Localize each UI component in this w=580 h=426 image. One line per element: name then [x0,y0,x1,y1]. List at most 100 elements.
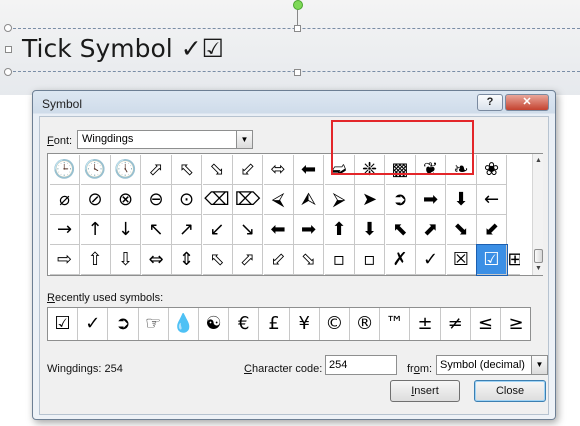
symbol-cell[interactable]: ⇩ [111,245,141,275]
recent-symbol-cell[interactable]: ≤ [471,308,501,340]
font-select-value: Wingdings [82,133,134,145]
chevron-down-icon[interactable]: ▼ [531,356,547,374]
symbol-cell[interactable]: ⬇ [355,215,385,245]
character-code-label: Character code: [244,363,323,375]
from-select[interactable]: Symbol (decimal) ▼ [436,355,548,375]
recent-symbol-cell[interactable]: ® [350,308,381,340]
symbol-cell[interactable]: ↓ [111,215,141,245]
symbol-cell[interactable]: ⬇ [446,185,477,215]
recent-symbol-cell[interactable]: ≥ [501,308,531,340]
help-button[interactable]: ? [477,94,503,111]
symbol-cell[interactable]: ⬆ [324,215,355,245]
symbol-cell[interactable]: ☒ [446,245,477,275]
symbol-cell[interactable]: ✗ [385,245,416,275]
symbol-cell[interactable]: ⇨ [50,245,80,275]
symbol-cell[interactable]: ⊗ [111,185,141,215]
recent-symbols-row: ☑ ✓ ➲ ☞ 💧 ☯ € £ ¥ © ® ™ ± ≠ ≤ ≥ [47,307,531,341]
symbol-cell[interactable]: 🕓 [80,155,111,185]
symbol-cell[interactable]: ⬃ [233,155,263,185]
symbol-cell[interactable]: 🕒 [50,155,80,185]
symbol-cell[interactable]: ⊖ [141,185,172,215]
symbol-cell[interactable]: ❀ [477,155,507,185]
symbol-cell[interactable]: ⌀ [50,185,80,215]
symbol-cell[interactable]: ⬈ [416,215,446,245]
recent-symbol-cell[interactable]: © [320,308,350,340]
symbol-cell[interactable]: ⬃ [263,245,294,275]
recent-symbol-cell[interactable]: ☯ [199,308,230,340]
recent-symbol-cell[interactable]: ≠ [441,308,471,340]
recent-symbol-cell[interactable]: ± [410,308,441,340]
slide-title[interactable]: Tick Symbol ✓☑ [22,34,224,63]
symbol-cell[interactable]: ⬁ [202,245,233,275]
rotation-handle[interactable] [293,0,303,10]
symbol-cell[interactable]: ⇧ [80,245,111,275]
resize-handle-top[interactable] [294,25,301,32]
symbol-cell[interactable]: ⬂ [202,155,233,185]
symbol-cell[interactable]: ↙ [202,215,233,245]
symbol-cell[interactable]: ← [477,185,507,215]
symbol-cell[interactable]: ⬂ [294,245,324,275]
symbol-cell[interactable]: ⬄ [263,155,294,185]
symbol-cell[interactable]: ⇕ [172,245,202,275]
symbol-cell[interactable]: ➡ [294,215,324,245]
symbol-cell[interactable]: ➲ [385,185,416,215]
symbol-cell[interactable]: ⬀ [233,245,263,275]
resize-handle-bottom-left[interactable] [4,68,12,76]
symbol-cell[interactable]: ⬊ [446,215,477,245]
symbol-cell[interactable]: ⮙ [294,185,324,215]
from-label: from: [407,363,433,375]
symbol-cell[interactable]: ⬋ [477,215,507,245]
character-code-input[interactable]: 254 [325,355,397,375]
symbol-cell[interactable]: ⬅ [294,155,324,185]
recent-symbol-cell[interactable]: ™ [380,308,411,340]
symbol-cell[interactable]: ⊙ [172,185,202,215]
symbol-cell[interactable]: ▫ [324,245,355,275]
recent-symbol-cell[interactable]: ☞ [139,308,169,340]
symbol-cell[interactable]: 🕔 [111,155,141,185]
recent-symbol-cell[interactable]: ✓ [78,308,109,340]
recent-symbol-cell[interactable]: € [229,308,260,340]
insert-button[interactable]: Insert [390,380,460,402]
scroll-down-icon[interactable]: ▼ [533,263,544,274]
recent-symbol-cell[interactable]: ☑ [48,308,79,340]
scrollbar-thumb[interactable] [534,249,543,263]
recent-symbol-cell[interactable]: ¥ [290,308,320,340]
annotation-highlight-box [331,120,474,175]
symbol-cell[interactable]: ▫ [355,245,385,275]
symbol-cell[interactable]: ↑ [80,215,111,245]
symbol-cell[interactable]: ⇔ [141,245,172,275]
symbol-cell[interactable]: ⊘ [80,185,111,215]
symbol-cell-partial[interactable]: ⊞ [507,245,520,275]
symbol-cell[interactable]: ➡ [416,185,446,215]
symbol-cell[interactable]: ⬅ [263,215,294,245]
symbol-cell[interactable]: ✓ [416,245,446,275]
symbol-cell[interactable]: ⬉ [385,215,416,245]
font-label: Font: [47,135,73,147]
recent-symbol-cell[interactable]: 💧 [169,308,199,340]
symbol-dialog: Symbol ? ✕ Font: Wingdings ▼ ▲ ▼ 🕒 🕓 🕔 ⬀ ⬁ ⬂ ⬃… [32,90,556,420]
recent-symbol-cell[interactable]: £ [259,308,290,340]
symbol-cell[interactable]: → [50,215,80,245]
symbol-cell[interactable]: ⌦ [233,185,263,215]
resize-handle-bottom[interactable] [294,69,301,76]
symbol-cell[interactable]: ⬀ [141,155,172,185]
symbol-cell[interactable]: ⮚ [324,185,355,215]
symbol-cell[interactable]: ↘ [233,215,263,245]
symbol-cell[interactable]: ↖ [141,215,172,245]
window-close-button[interactable]: ✕ [505,94,549,111]
symbol-cell[interactable]: ⌫ [202,185,233,215]
symbol-cell[interactable]: ↗ [172,215,202,245]
symbol-cell[interactable]: ➤ [355,185,385,215]
close-button[interactable]: Close [474,380,546,402]
recent-symbol-cell[interactable]: ➲ [108,308,139,340]
symbol-cell[interactable]: ⮘ [263,185,294,215]
symbol-cell[interactable]: ⬁ [172,155,202,185]
grid-scrollbar[interactable]: ▲ ▼ [532,154,543,275]
symbol-cell[interactable]: ☑ [476,244,508,276]
resize-handle-left[interactable] [5,46,12,53]
status-text: Wingdings: 254 [47,363,123,375]
resize-handle-top-left[interactable] [4,24,12,32]
chevron-down-icon[interactable]: ▼ [236,131,252,148]
scroll-up-icon[interactable]: ▲ [533,155,544,166]
font-select[interactable]: Wingdings ▼ [77,130,253,149]
